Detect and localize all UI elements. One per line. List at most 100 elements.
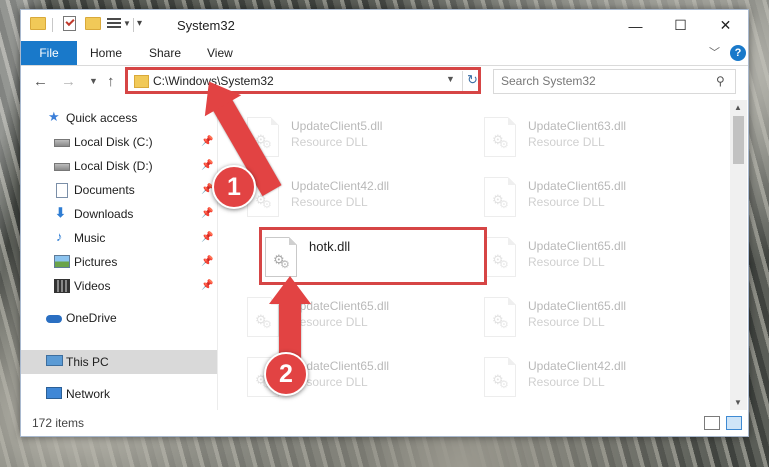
new-folder-icon[interactable] [85,17,101,30]
pictures-icon [54,255,70,268]
view-options-icon[interactable] [107,17,121,29]
item-count: 172 items [32,416,85,430]
file-type: Resource DLL [291,315,368,329]
expand-ribbon-icon[interactable]: ﹀ [709,44,720,60]
nav-item-label: Videos [74,279,111,293]
file-name: UpdateClient42.dll [528,359,627,373]
dll-file-icon: ⚙⚙ [484,237,516,277]
file-item[interactable]: ⚙ ⚙ UpdateClient42.dll Resource DLL [478,351,698,405]
scroll-up-icon[interactable]: ▲ [734,103,742,112]
nav-item-label: Local Disk (C:) [74,135,153,149]
onedrive-icon [46,315,62,323]
file-type: Resource DLL [291,135,368,149]
vertical-scrollbar[interactable]: ▲ ▼ [730,100,747,410]
file-type: Resource DLL [528,375,605,389]
nav-item-music[interactable]: ♪ Music 📌 [21,226,217,250]
nav-item-this-pc[interactable]: This PC [21,350,217,374]
file-item[interactable]: ⚙ ⚙ UpdateClient63.dll Resource DLL [478,111,698,165]
tab-share[interactable]: Share [149,46,181,60]
nav-item-onedrive[interactable]: OneDrive [21,306,217,330]
music-icon: ♪ [56,229,63,244]
pin-icon[interactable]: 📌 [201,232,213,243]
help-icon[interactable]: ? [730,45,746,61]
dll-file-icon: ⚙⚙ [484,297,516,337]
pin-icon[interactable]: 📌 [201,256,213,267]
file-type: Resource DLL [528,255,605,269]
file-name: UpdateClient63.dll [528,119,627,133]
window-title: System32 [177,18,235,33]
nav-item-local-disk-d[interactable]: Local Disk (D:) 📌 [21,154,217,178]
videos-icon [54,279,70,293]
nav-item-network[interactable]: Network [21,382,217,406]
nav-item-downloads[interactable]: ⬇ Downloads 📌 [21,202,217,226]
toolbar-separator [133,18,134,32]
minimize-button[interactable]: — [613,10,658,41]
file-type: Resource DLL [528,135,605,149]
tab-view[interactable]: View [207,46,233,60]
status-bar: 172 items [21,410,748,436]
drive-icon [54,163,70,171]
nav-item-videos[interactable]: Videos 📌 [21,274,217,298]
search-input[interactable]: Search System32 ⚲ [493,69,736,94]
up-button[interactable]: ↑ [107,73,115,90]
close-button[interactable]: ✕ [703,10,748,41]
maximize-button[interactable]: ☐ [658,10,703,41]
drive-icon [54,139,70,147]
file-item[interactable]: ⚙ ⚙ UpdateClient5.dll Resource DLL [241,111,461,165]
this-pc-icon [46,355,63,366]
nav-item-label: OneDrive [66,311,117,325]
file-type: Resource DLL [528,315,605,329]
nav-item-pictures[interactable]: Pictures 📌 [21,250,217,274]
title-bar: ▼ ▾ System32 — ☐ ✕ [21,10,748,41]
dll-file-icon: ⚙⚙ [484,117,516,157]
pin-icon[interactable]: 📌 [201,208,213,219]
address-bar-highlight [125,67,481,94]
nav-item-local-disk-c[interactable]: Local Disk (C:) 📌 [21,130,217,154]
scroll-down-icon[interactable]: ▼ [734,398,742,407]
nav-item-documents[interactable]: Documents 📌 [21,178,217,202]
large-icons-view-icon[interactable] [726,416,742,430]
file-name: UpdateClient5.dll [291,119,383,133]
star-icon: ★ [48,109,60,124]
back-button[interactable]: ← [33,73,48,90]
forward-button[interactable]: → [61,73,76,90]
dll-file-icon: ⚙⚙ [484,357,516,397]
address-row: ← → ▼ ↑ C:\Windows\System32 ▼ ↻ Search S… [21,66,748,99]
nav-item-label: Quick access [66,111,138,125]
search-icon[interactable]: ⚲ [716,74,725,88]
scrollbar-thumb[interactable] [733,116,744,164]
toolbar-separator [52,18,53,32]
nav-item-label: Music [74,231,106,245]
dll-file-icon: ⚙⚙ [484,177,516,217]
nav-item-label: Downloads [74,207,134,221]
navigation-pane: ★ Quick access Local Disk (C:) 📌 Local D… [21,100,217,410]
pin-icon[interactable]: 📌 [201,136,213,147]
file-type: Resource DLL [291,195,368,209]
file-item[interactable]: ⚙⚙ UpdateClient65.dll Resource DLL [478,171,698,225]
properties-icon[interactable] [63,16,76,31]
file-explorer-window: ▼ ▾ System32 — ☐ ✕ File Home Share View … [20,9,749,437]
tab-file[interactable]: File [21,41,77,65]
folder-icon [30,17,46,30]
tab-home[interactable]: Home [90,46,122,60]
nav-item-quick-access[interactable]: ★ Quick access [21,106,217,130]
file-name: UpdateClient65.dll [528,299,627,313]
chevron-down-icon[interactable]: ▼ [123,19,131,28]
nav-item-label: Documents [74,183,135,197]
pin-icon[interactable]: 📌 [201,280,213,291]
checkmark-icon [65,16,75,27]
ribbon-tabs: File Home Share View ﹀ ? [21,41,748,66]
customize-toolbar-icon[interactable]: ▾ [137,18,142,29]
callout-badge-1: 1 [212,165,256,209]
file-item[interactable]: ⚙⚙ UpdateClient65.dll Resource DLL [478,291,698,345]
file-name: UpdateClient42.dll [291,179,390,193]
details-view-icon[interactable] [704,416,720,430]
recent-locations-chevron-icon[interactable]: ▼ [89,76,98,86]
search-placeholder: Search System32 [501,74,596,88]
nav-item-label: This PC [66,355,109,369]
nav-item-label: Network [66,387,111,401]
file-name: UpdateClient65.dll [528,179,627,193]
file-item[interactable]: ⚙⚙ UpdateClient65.dll Resource DLL [478,231,698,285]
pin-icon[interactable]: 📌 [201,160,213,171]
nav-item-label: Pictures [74,255,118,269]
